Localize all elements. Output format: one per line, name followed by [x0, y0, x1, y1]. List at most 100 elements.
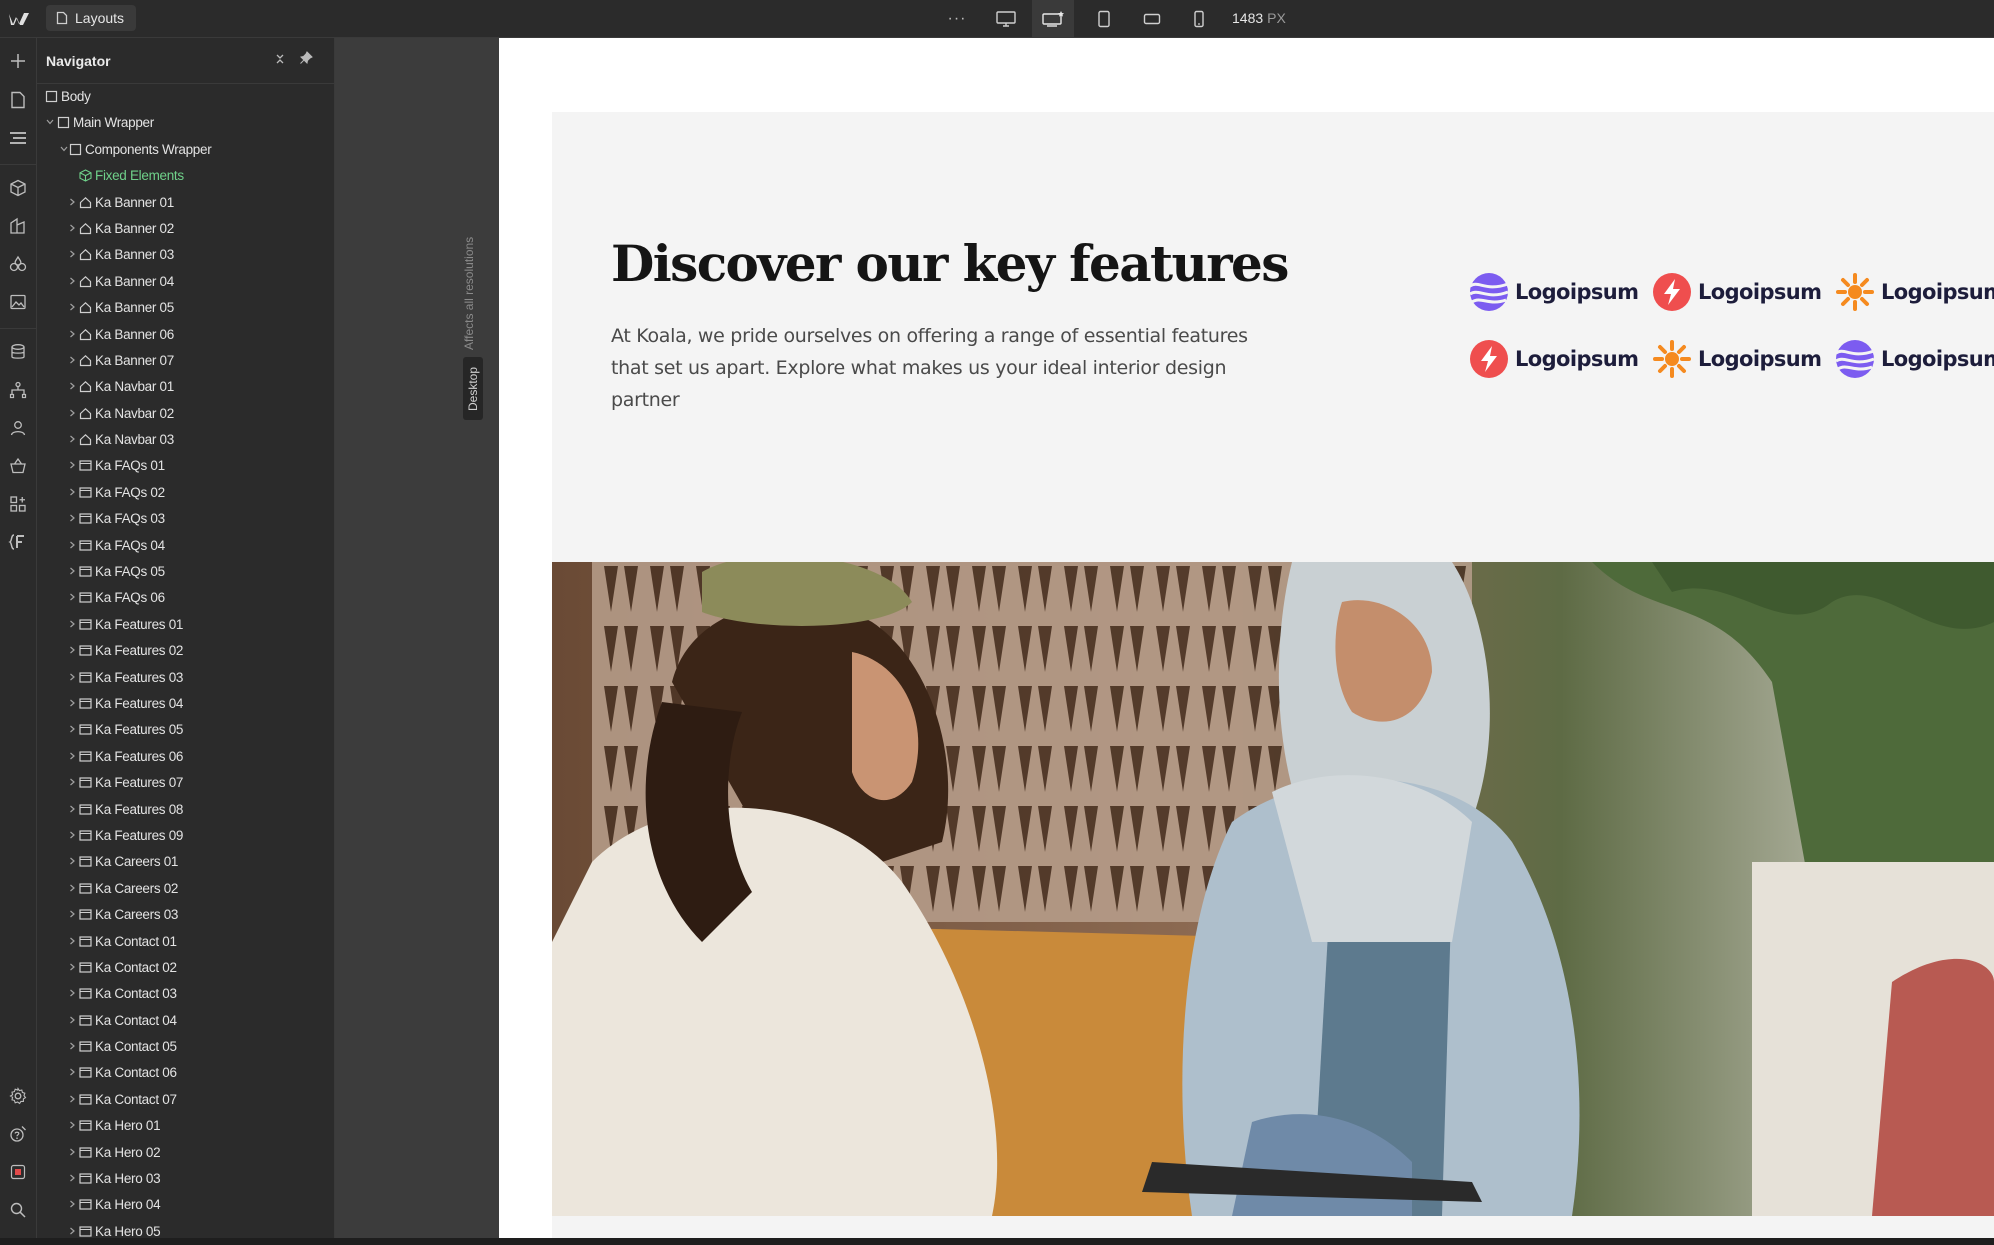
navigator-item[interactable]: Ka Careers 03 — [37, 902, 334, 928]
collapse-all-button[interactable] — [274, 52, 286, 68]
chevron-right-icon[interactable] — [67, 485, 77, 499]
components-button[interactable] — [8, 178, 28, 198]
chevron-right-icon[interactable] — [67, 670, 77, 684]
style-selectors-button[interactable] — [8, 216, 28, 236]
chevron-right-icon[interactable] — [67, 221, 77, 235]
navigator-item[interactable]: Ka Features 03 — [37, 665, 334, 691]
navigator-item[interactable]: Ka Contact 04 — [37, 1008, 334, 1034]
logo-item[interactable]: Logoipsum — [1835, 272, 1994, 312]
chevron-right-icon[interactable] — [67, 907, 77, 921]
chevron-right-icon[interactable] — [67, 696, 77, 710]
mobile-landscape-breakpoint-button[interactable] — [1131, 0, 1173, 37]
base-breakpoint-button[interactable] — [1032, 0, 1074, 37]
chevron-right-icon[interactable] — [67, 643, 77, 657]
ecommerce-button[interactable] — [8, 456, 28, 476]
navigator-item[interactable]: Ka Careers 01 — [37, 849, 334, 875]
search-button[interactable] — [8, 1200, 28, 1220]
navigator-item[interactable]: Ka Hero 03 — [37, 1166, 334, 1192]
variables-button[interactable] — [8, 254, 28, 274]
chevron-right-icon[interactable] — [67, 1013, 77, 1027]
chevron-right-icon[interactable] — [67, 1171, 77, 1185]
navigator-item[interactable]: Ka Features 05 — [37, 717, 334, 743]
apps-button[interactable] — [8, 494, 28, 514]
chevron-right-icon[interactable] — [67, 458, 77, 472]
tablet-breakpoint-button[interactable] — [1083, 0, 1125, 37]
logo-item[interactable]: Logoipsum — [1652, 339, 1822, 379]
chevron-right-icon[interactable] — [67, 960, 77, 974]
features-subtext[interactable]: At Koala, we pride ourselves on offering… — [611, 320, 1251, 416]
chevron-right-icon[interactable] — [67, 775, 77, 789]
navigator-item[interactable]: Ka Contact 01 — [37, 929, 334, 955]
chevron-right-icon[interactable] — [67, 617, 77, 631]
navigator-item[interactable]: Ka Banner 04 — [37, 269, 334, 295]
navigator-item[interactable]: Ka Hero 02 — [37, 1140, 334, 1166]
navigator-item[interactable]: Body — [37, 84, 334, 110]
pin-panel-button[interactable] — [299, 51, 313, 70]
navigator-item[interactable]: Ka Navbar 02 — [37, 401, 334, 427]
features-headline[interactable]: Discover our key features — [611, 234, 1289, 293]
navigator-item[interactable]: Ka Contact 03 — [37, 981, 334, 1007]
chevron-right-icon[interactable] — [67, 1224, 77, 1238]
navigator-item[interactable]: Ka Contact 05 — [37, 1034, 334, 1060]
assets-button[interactable] — [8, 292, 28, 312]
navigator-item[interactable]: Ka FAQs 05 — [37, 559, 334, 585]
navigator-item[interactable]: Ka Features 02 — [37, 638, 334, 664]
logo-item[interactable]: Logoipsum — [1835, 339, 1994, 379]
chevron-right-icon[interactable] — [67, 1039, 77, 1053]
hero-photo[interactable] — [552, 562, 1994, 1216]
logo-item[interactable]: Logoipsum — [1469, 272, 1639, 312]
navigator-item[interactable]: Ka FAQs 02 — [37, 480, 334, 506]
chevron-right-icon[interactable] — [67, 854, 77, 868]
navigator-item[interactable]: Ka Contact 06 — [37, 1060, 334, 1086]
chevron-right-icon[interactable] — [67, 379, 77, 393]
navigator-item[interactable]: Ka Banner 07 — [37, 348, 334, 374]
navigator-item[interactable]: Ka Features 09 — [37, 823, 334, 849]
chevron-right-icon[interactable] — [67, 590, 77, 604]
chevron-right-icon[interactable] — [67, 195, 77, 209]
chevron-right-icon[interactable] — [67, 538, 77, 552]
chevron-right-icon[interactable] — [67, 511, 77, 525]
more-breakpoints-button[interactable]: ··· — [936, 0, 978, 37]
navigator-item[interactable]: Ka FAQs 06 — [37, 585, 334, 611]
desktop-breakpoint-button[interactable] — [985, 0, 1027, 37]
navigator-item[interactable]: Ka Banner 03 — [37, 242, 334, 268]
users-button[interactable] — [8, 418, 28, 438]
navigator-item[interactable]: Ka Careers 02 — [37, 876, 334, 902]
record-button[interactable] — [8, 1162, 28, 1182]
chevron-right-icon[interactable] — [67, 564, 77, 578]
navigator-item[interactable]: Components Wrapper — [37, 137, 334, 163]
navigator-item[interactable]: Main Wrapper — [37, 110, 334, 136]
navigator-item[interactable]: Ka Contact 02 — [37, 955, 334, 981]
chevron-right-icon[interactable] — [67, 881, 77, 895]
chevron-right-icon[interactable] — [67, 353, 77, 367]
chevron-right-icon[interactable] — [67, 327, 77, 341]
navigator-item[interactable]: Ka Features 04 — [37, 691, 334, 717]
breakpoint-tab-desktop[interactable]: Desktop — [463, 357, 483, 420]
chevron-right-icon[interactable] — [67, 722, 77, 736]
help-button[interactable] — [8, 1124, 28, 1144]
finsweet-app-button[interactable] — [8, 532, 28, 552]
cms-button[interactable] — [8, 342, 28, 362]
logo-item[interactable]: Logoipsum — [1652, 272, 1822, 312]
chevron-right-icon[interactable] — [67, 1118, 77, 1132]
chevron-right-icon[interactable] — [67, 432, 77, 446]
navigator-item[interactable]: Ka Features 07 — [37, 770, 334, 796]
navigator-item[interactable]: Fixed Elements — [37, 163, 334, 189]
navigator-item[interactable]: Ka FAQs 01 — [37, 453, 334, 479]
canvas-width-readout[interactable]: 1483 PX — [1232, 10, 1286, 26]
navigator-item[interactable]: Ka Hero 04 — [37, 1192, 334, 1218]
navigator-item[interactable]: Ka Navbar 01 — [37, 374, 334, 400]
mobile-portrait-breakpoint-button[interactable] — [1178, 0, 1220, 37]
chevron-right-icon[interactable] — [67, 828, 77, 842]
webflow-logo-icon[interactable] — [8, 10, 30, 28]
chevron-right-icon[interactable] — [67, 1145, 77, 1159]
chevron-right-icon[interactable] — [67, 406, 77, 420]
navigator-item[interactable]: Ka Features 06 — [37, 744, 334, 770]
chevron-right-icon[interactable] — [67, 986, 77, 1000]
navigator-item[interactable]: Ka Banner 01 — [37, 190, 334, 216]
navigator-item[interactable]: Ka Banner 06 — [37, 322, 334, 348]
navigator-item[interactable]: Ka Features 01 — [37, 612, 334, 638]
features-section[interactable]: Discover our key features At Koala, we p… — [552, 112, 1994, 1238]
navigator-item[interactable]: Ka Hero 05 — [37, 1219, 334, 1245]
chevron-right-icon[interactable] — [67, 1065, 77, 1079]
